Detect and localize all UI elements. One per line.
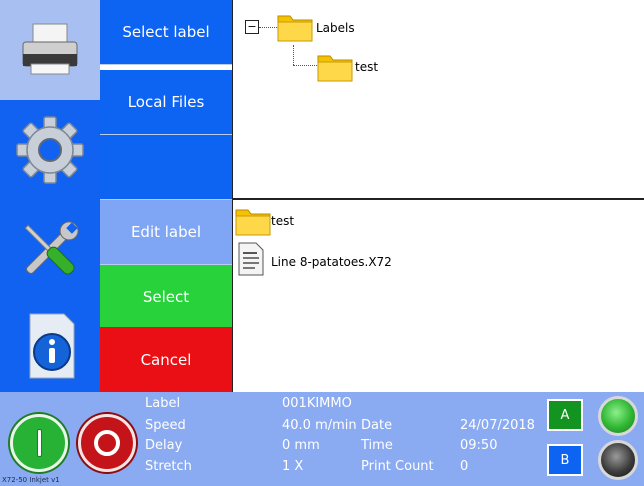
local-files-text: Local Files (127, 93, 205, 111)
edit-label-button[interactable]: Edit label (100, 200, 232, 265)
info-tab[interactable] (0, 300, 100, 392)
channel-b-indicator-icon (598, 440, 638, 480)
print-count-value: 0 (460, 459, 469, 474)
start-button[interactable] (10, 414, 68, 472)
date-key: Date (361, 418, 393, 433)
printer-icon (22, 23, 78, 75)
file-list-panel: test Line 8-patatoes.X72 (232, 200, 644, 392)
power-on-icon (37, 429, 42, 457)
local-files-button[interactable]: Local Files (100, 70, 232, 135)
select-button[interactable]: Select (100, 265, 232, 330)
print-count-key: Print Count (361, 459, 434, 474)
time-key: Time (361, 438, 393, 453)
cancel-text: Cancel (140, 350, 192, 369)
tree-node-labels[interactable] (277, 10, 313, 46)
collapse-symbol: − (247, 20, 257, 33)
label-value: 001KIMMO (282, 396, 352, 411)
blank-menu-button[interactable] (100, 135, 232, 200)
icon-column (0, 0, 100, 392)
select-label-text: Select label (122, 23, 210, 41)
cancel-button[interactable]: Cancel (100, 327, 232, 392)
date-value: 24/07/2018 (460, 418, 535, 433)
settings-tab[interactable] (0, 100, 100, 200)
tree-connector-child (293, 65, 317, 66)
stretch-key: Stretch (145, 459, 192, 474)
stretch-value: 1 X (282, 459, 304, 474)
delay-value: 0 mm (282, 438, 320, 453)
channel-b-label: B (560, 452, 570, 468)
select-text: Select (142, 288, 190, 306)
tree-root-label: Labels (316, 21, 355, 35)
power-off-icon (94, 430, 120, 456)
tree-connector (259, 27, 279, 28)
tools-tab[interactable] (0, 200, 100, 300)
edit-label-text: Edit label (130, 223, 202, 241)
tree-node-test[interactable] (317, 50, 353, 86)
file-item-folder[interactable] (235, 204, 271, 240)
status-bar: Label 001KIMMO Speed 40.0 m/min Date 24/… (0, 392, 644, 486)
speed-key: Speed (145, 418, 186, 433)
tools-icon (24, 221, 79, 275)
file-name-document: Line 8-patatoes.X72 (271, 255, 392, 269)
speed-value: 40.0 m/min (282, 418, 357, 433)
info-icon (29, 313, 75, 379)
folder-icon (235, 209, 271, 236)
file-item-document[interactable] (237, 242, 265, 280)
channel-a-indicator-icon (598, 396, 638, 436)
folder-tree-panel: − Labels test (232, 0, 644, 200)
channel-a-label: A (560, 407, 570, 423)
folder-icon (277, 15, 313, 42)
tree-connector-vertical (293, 45, 294, 65)
tree-child-label: test (355, 60, 379, 74)
gear-icon (16, 116, 84, 184)
model-label: X72-50 Inkjet v1 (2, 476, 60, 484)
printer-tab[interactable] (0, 0, 100, 100)
select-label-button[interactable]: Select label (100, 0, 232, 65)
file-name-folder: test (271, 214, 295, 228)
stop-button[interactable] (78, 414, 136, 472)
label-key: Label (145, 396, 181, 411)
time-value: 09:50 (460, 438, 498, 453)
folder-icon (317, 55, 353, 82)
delay-key: Delay (145, 438, 183, 453)
document-icon (238, 242, 264, 276)
channel-b-button[interactable]: B (547, 444, 583, 476)
collapse-toggle[interactable]: − (245, 20, 259, 34)
channel-a-button[interactable]: A (547, 399, 583, 431)
